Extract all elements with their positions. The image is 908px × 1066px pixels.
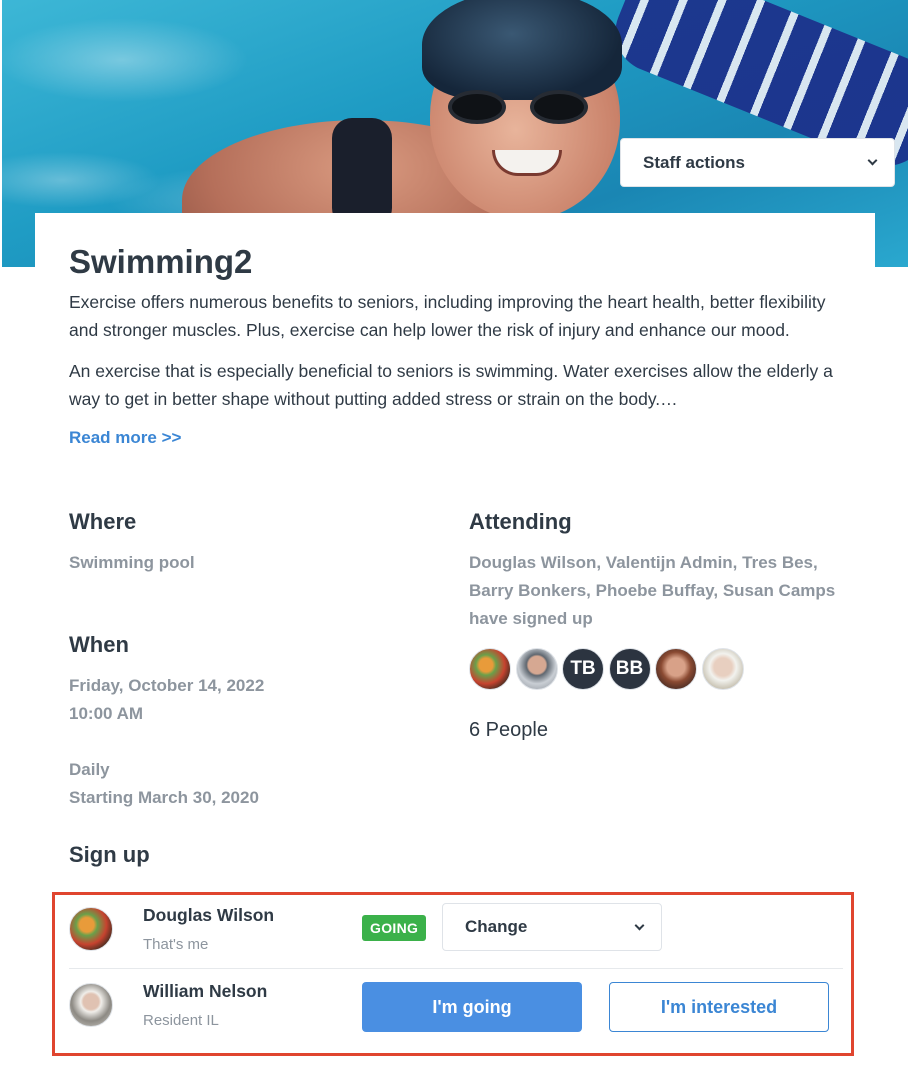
- staff-actions-dropdown[interactable]: Staff actions: [620, 138, 895, 187]
- staff-actions-label: Staff actions: [643, 152, 746, 172]
- change-dropdown[interactable]: Change: [442, 903, 662, 951]
- when-starting: Starting March 30, 2020: [69, 788, 259, 807]
- avatar[interactable]: [701, 648, 744, 690]
- list-item: Douglas Wilson That's me GOING Change: [69, 899, 843, 969]
- signup-list: Douglas Wilson That's me GOING Change Wi…: [52, 892, 854, 1056]
- signup-heading: Sign up: [69, 842, 150, 867]
- avatar[interactable]: [515, 648, 558, 690]
- when-time: 10:00 AM: [69, 704, 144, 723]
- status-badge: GOING: [362, 915, 427, 941]
- avatar: [69, 907, 113, 951]
- avatar-initials: BB: [615, 658, 644, 679]
- event-title: Swimming2: [69, 243, 253, 280]
- signup-subtitle: That's me: [143, 936, 209, 953]
- goggle-right: [530, 90, 588, 124]
- chevron-down-icon: [867, 155, 878, 166]
- goggle-left: [448, 90, 506, 124]
- swim-cap: [422, 0, 622, 100]
- attending-names-2: Barry Bonkers, Phoebe Buffay, Susan Camp…: [469, 581, 836, 600]
- change-label: Change: [465, 917, 528, 936]
- avatar[interactable]: [655, 648, 697, 690]
- when-heading: When: [69, 632, 129, 657]
- avatar-initials: TB: [570, 658, 596, 679]
- chevron-down-icon: [634, 920, 645, 930]
- attending-heading: Attending: [469, 509, 572, 534]
- avatar[interactable]: [469, 648, 511, 690]
- signup-name: Douglas Wilson: [143, 905, 275, 925]
- attending-names-3: have signed up: [469, 609, 593, 628]
- list-item: William Nelson Resident IL I'm going I'm…: [69, 975, 843, 1045]
- attendee-avatars: TB BB: [469, 648, 748, 690]
- where-heading: Where: [69, 509, 137, 534]
- when-date: Friday, October 14, 2022: [69, 676, 265, 695]
- attending-names-1: Douglas Wilson, Valentijn Admin, Tres Be…: [469, 553, 818, 572]
- attendee-count: 6 People: [469, 719, 548, 741]
- avatar[interactable]: BB: [608, 648, 651, 690]
- when-recurrence: Daily: [69, 760, 110, 779]
- signup-subtitle: Resident IL: [143, 1012, 219, 1029]
- avatar[interactable]: TB: [562, 648, 604, 690]
- read-more-link[interactable]: Read more >>: [69, 428, 181, 448]
- where-value: Swimming pool: [69, 553, 195, 572]
- im-going-button[interactable]: I'm going: [362, 982, 582, 1032]
- avatar: [69, 983, 113, 1027]
- swimsuit-strap: [332, 118, 392, 228]
- im-interested-button[interactable]: I'm interested: [609, 982, 829, 1032]
- event-description-2: An exercise that is especially beneficia…: [69, 361, 833, 409]
- signup-name: William Nelson: [143, 981, 268, 1001]
- event-description-1: Exercise offers numerous benefits to sen…: [69, 292, 826, 340]
